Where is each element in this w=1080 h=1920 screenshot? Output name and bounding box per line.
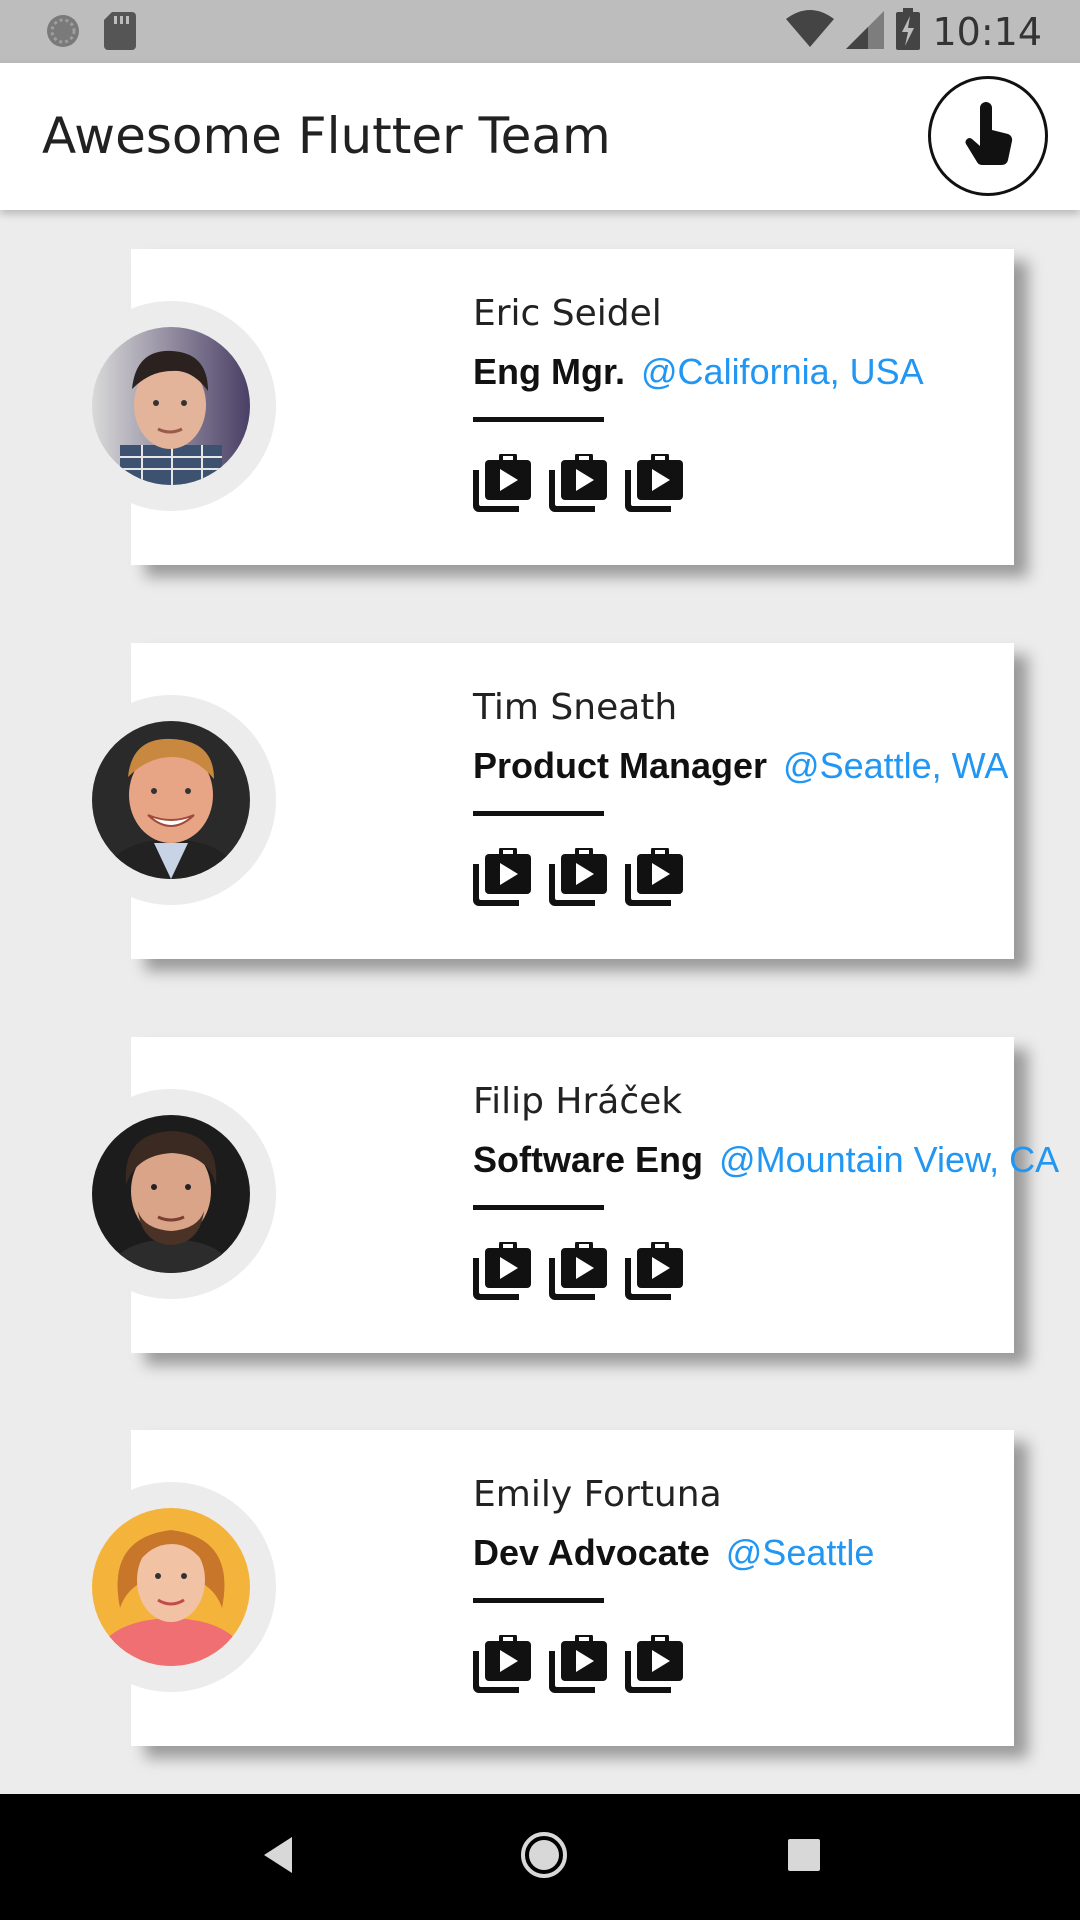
video-library-icon[interactable] bbox=[625, 1240, 683, 1300]
touch-button[interactable] bbox=[928, 76, 1048, 196]
team-member-card[interactable]: Filip Hráček Software Eng @Mountain View,… bbox=[0, 1037, 1080, 1353]
action-icons bbox=[473, 1633, 683, 1693]
role-line: Eng Mgr. @California, USA bbox=[473, 351, 924, 393]
action-icons bbox=[473, 452, 683, 512]
divider bbox=[473, 1205, 604, 1210]
sync-icon bbox=[44, 12, 82, 55]
video-library-icon[interactable] bbox=[625, 1633, 683, 1693]
member-role: Software Eng bbox=[473, 1139, 704, 1180]
member-location[interactable]: @Mountain View, CA bbox=[719, 1139, 1059, 1180]
page-title: Awesome Flutter Team bbox=[42, 107, 611, 165]
action-icons bbox=[473, 846, 683, 906]
video-library-icon[interactable] bbox=[473, 452, 531, 512]
member-name: Emily Fortuna bbox=[473, 1474, 722, 1515]
role-line: Dev Advocate @Seattle bbox=[473, 1532, 874, 1574]
video-library-icon[interactable] bbox=[549, 452, 607, 512]
navigation-bar bbox=[0, 1794, 1080, 1920]
video-library-icon[interactable] bbox=[625, 452, 683, 512]
video-library-icon[interactable] bbox=[473, 1240, 531, 1300]
recents-icon[interactable] bbox=[786, 1837, 822, 1878]
video-library-icon[interactable] bbox=[473, 846, 531, 906]
member-name: Filip Hráček bbox=[473, 1081, 683, 1122]
home-icon[interactable] bbox=[519, 1830, 569, 1885]
divider bbox=[473, 811, 604, 816]
member-role: Product Manager bbox=[473, 745, 768, 786]
member-role: Eng Mgr. bbox=[473, 351, 625, 392]
team-member-card[interactable]: Tim Sneath Product Manager @Seattle, WA bbox=[0, 643, 1080, 959]
divider bbox=[473, 417, 604, 422]
avatar-ring bbox=[66, 695, 276, 905]
wifi-icon bbox=[786, 9, 835, 54]
battery-charging-icon bbox=[896, 8, 921, 55]
video-library-icon[interactable] bbox=[549, 1240, 607, 1300]
avatar bbox=[92, 1508, 250, 1666]
member-location[interactable]: @Seattle, WA bbox=[783, 745, 1008, 786]
member-role: Dev Advocate bbox=[473, 1532, 710, 1573]
touch-icon bbox=[958, 101, 1018, 171]
video-library-icon[interactable] bbox=[473, 1633, 531, 1693]
avatar bbox=[92, 721, 250, 879]
avatar bbox=[92, 327, 250, 485]
action-icons bbox=[473, 1240, 683, 1300]
role-line: Product Manager @Seattle, WA bbox=[473, 745, 1008, 787]
member-name: Tim Sneath bbox=[473, 687, 678, 728]
video-library-icon[interactable] bbox=[549, 846, 607, 906]
avatar bbox=[92, 1115, 250, 1273]
member-location[interactable]: @Seattle bbox=[726, 1532, 875, 1573]
back-icon[interactable] bbox=[258, 1833, 302, 1882]
video-library-icon[interactable] bbox=[625, 846, 683, 906]
avatar-ring bbox=[66, 1089, 276, 1299]
avatar-ring bbox=[66, 301, 276, 511]
team-member-card[interactable]: Eric Seidel Eng Mgr. @California, USA bbox=[0, 249, 1080, 565]
app-bar: Awesome Flutter Team bbox=[0, 63, 1080, 210]
status-time: 10:14 bbox=[932, 9, 1042, 54]
status-bar: 10:14 bbox=[0, 0, 1080, 63]
role-line: Software Eng @Mountain View, CA bbox=[473, 1139, 1059, 1181]
member-name: Eric Seidel bbox=[473, 293, 662, 334]
team-member-card[interactable]: Emily Fortuna Dev Advocate @Seattle bbox=[0, 1430, 1080, 1746]
avatar-ring bbox=[66, 1482, 276, 1692]
sd-card-icon bbox=[104, 12, 136, 55]
video-library-icon[interactable] bbox=[549, 1633, 607, 1693]
member-location[interactable]: @California, USA bbox=[641, 351, 924, 392]
divider bbox=[473, 1598, 604, 1603]
signal-icon bbox=[846, 9, 885, 54]
